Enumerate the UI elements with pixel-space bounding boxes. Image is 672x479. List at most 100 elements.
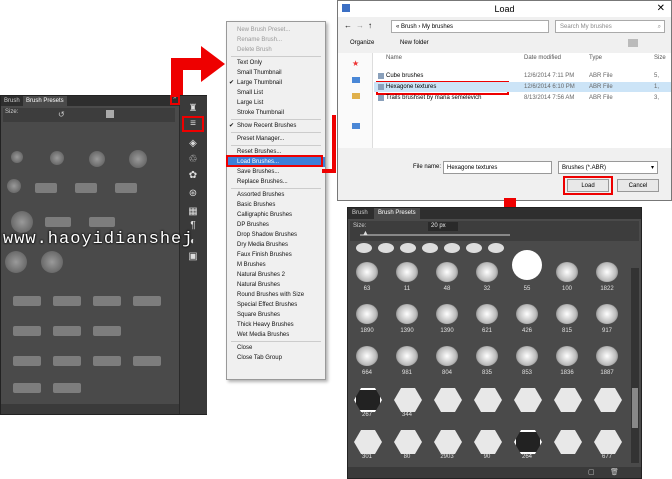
computer-icon[interactable]	[352, 123, 360, 129]
brush-thumb[interactable]	[45, 217, 71, 227]
new-preset-icon[interactable]: ▢	[588, 468, 595, 476]
tab-brush[interactable]: Brush	[348, 208, 372, 219]
brush-preset-cell[interactable]: 835	[470, 344, 504, 376]
paths-icon[interactable]: ✿	[186, 170, 200, 182]
menu-item[interactable]: Load Brushes...	[226, 155, 325, 167]
menu-item[interactable]: Natural Brushes	[227, 280, 325, 290]
brush-preset-cell[interactable]: 100	[550, 260, 584, 292]
favorites-icon[interactable]: ★	[352, 59, 359, 68]
brush-thumb[interactable]	[13, 356, 41, 366]
tab-brush[interactable]: Brush	[1, 96, 23, 106]
brush-thumb[interactable]	[75, 183, 97, 193]
menu-item[interactable]: Large List	[227, 98, 325, 108]
size-slider[interactable]	[360, 234, 510, 236]
menu-item[interactable]: Wet Media Brushes	[227, 330, 325, 340]
brush-thumb[interactable]	[13, 296, 41, 306]
brush-thumb[interactable]	[5, 251, 27, 273]
brush-tool-icon[interactable]: ♜	[186, 103, 200, 115]
trash-icon[interactable]: 🗑	[610, 468, 619, 476]
brush-preset-cell[interactable]: 815	[550, 302, 584, 334]
brush-preset-cell[interactable]: 2903	[430, 428, 464, 460]
tab-brush-presets[interactable]: Brush Presets	[374, 208, 420, 219]
layers-icon[interactable]: ◈	[186, 138, 200, 150]
brush-preset-cell[interactable]: 981	[390, 344, 424, 376]
slider-thumb[interactable]: ▲	[362, 230, 369, 237]
reset-icon[interactable]: ↺	[58, 110, 65, 119]
brush-preset-cell[interactable]: 621	[470, 302, 504, 334]
brush-thumb[interactable]	[93, 326, 121, 336]
scrollbar[interactable]	[631, 268, 639, 463]
file-row[interactable]: Hexagone textures 12/6/2014 6:10 PM ABR Fi…	[374, 82, 671, 92]
brush-preset-cell[interactable]: 664	[350, 344, 384, 376]
brush-thumb[interactable]	[133, 296, 161, 306]
folder-icon[interactable]	[352, 93, 360, 99]
menu-item[interactable]: Faux Finish Brushes	[227, 250, 325, 260]
brush-thumb[interactable]	[488, 243, 504, 253]
brush-thumb[interactable]	[13, 326, 41, 336]
menu-item[interactable]: Assorted Brushes	[227, 190, 325, 200]
menu-item[interactable]: Replace Brushes...	[227, 177, 325, 187]
brush-preset-cell[interactable]: 1836	[550, 344, 584, 376]
brush-thumb[interactable]	[422, 243, 438, 253]
brush-preset-cell[interactable]: 1887	[590, 344, 624, 376]
menu-item[interactable]: Close Tab Group	[227, 353, 325, 363]
swatches-icon[interactable]: ▦	[186, 206, 200, 218]
brush-preset-cell[interactable]	[550, 428, 584, 460]
brush-thumb[interactable]	[53, 296, 81, 306]
menu-item[interactable]: Calligraphic Brushes	[227, 210, 325, 220]
brush-preset-cell[interactable]	[470, 386, 504, 418]
brush-thumb[interactable]	[378, 243, 394, 253]
brush-preset-cell[interactable]: 344	[390, 386, 424, 418]
cancel-button[interactable]: Cancel	[617, 179, 659, 192]
brush-thumb[interactable]	[53, 356, 81, 366]
brush-preset-cell[interactable]: 264	[510, 428, 544, 460]
column-date[interactable]: Date modified	[524, 55, 561, 61]
file-row[interactable]: Cube brushes 12/6/2014 7:11 PM ABR File 5,	[374, 71, 671, 81]
file-row[interactable]: Trails brushset by maria semelevich 8/13/…	[374, 93, 671, 103]
menu-item[interactable]: Small List	[227, 88, 325, 98]
menu-item[interactable]: Thick Heavy Brushes	[227, 320, 325, 330]
menu-item[interactable]: Round Brushes with Size	[227, 290, 325, 300]
view-icon[interactable]	[628, 39, 638, 47]
brush-thumb[interactable]	[115, 183, 137, 193]
brush-thumb[interactable]	[89, 151, 105, 167]
up-icon[interactable]: ↑	[368, 21, 372, 30]
brush-preset-cell[interactable]: 63	[350, 260, 384, 292]
brush-thumb[interactable]	[53, 383, 81, 393]
close-icon[interactable]: ✕	[657, 1, 665, 17]
brush-thumb[interactable]	[11, 151, 23, 163]
brush-preset-cell[interactable]: 426	[510, 302, 544, 334]
column-type[interactable]: Type	[589, 55, 602, 61]
desktop-icon[interactable]	[352, 77, 360, 83]
brush-preset-cell[interactable]: 677	[590, 428, 624, 460]
menu-item[interactable]: ✔ Show Recent Brushes	[227, 121, 325, 131]
brush-preset-cell[interactable]	[550, 386, 584, 418]
size-input[interactable]: 20 px	[428, 222, 458, 231]
brush-thumb[interactable]	[356, 243, 372, 253]
tab-brush-presets[interactable]: Brush Presets	[23, 96, 67, 106]
menu-item[interactable]: M Brushes	[227, 260, 325, 270]
menu-item[interactable]: Square Brushes	[227, 310, 325, 320]
menu-item[interactable]: Stroke Thumbnail	[227, 108, 325, 118]
brush-thumb[interactable]	[129, 150, 147, 168]
adjustments-icon[interactable]: ♲	[186, 154, 200, 166]
brush-thumb[interactable]	[93, 296, 121, 306]
brush-thumb[interactable]	[35, 183, 57, 193]
brush-preset-cell[interactable]: 90	[470, 428, 504, 460]
menu-item[interactable]: Save Brushes...	[227, 167, 325, 177]
brush-preset-cell[interactable]	[590, 386, 624, 418]
column-name[interactable]: Name	[386, 55, 402, 61]
brush-thumb[interactable]	[41, 251, 63, 273]
file-type-select[interactable]: Brushes (*.ABR) ▾	[558, 161, 658, 174]
menu-item[interactable]: Drop Shadow Brushes	[227, 230, 325, 240]
menu-item[interactable]: Small Thumbnail	[227, 68, 325, 78]
menu-item[interactable]: Special Effect Brushes	[227, 300, 325, 310]
file-name-input[interactable]: Hexagone textures	[443, 161, 552, 174]
brush-thumb[interactable]	[7, 179, 21, 193]
brush-preset-cell[interactable]: 917	[590, 302, 624, 334]
brush-panel-icon[interactable]: ≡	[186, 118, 200, 130]
brush-thumb[interactable]	[444, 243, 460, 253]
brush-preset-cell[interactable]: 55	[510, 250, 544, 292]
menu-item[interactable]: Text Only	[227, 58, 325, 68]
brush-preset-cell[interactable]: 301	[350, 428, 384, 460]
